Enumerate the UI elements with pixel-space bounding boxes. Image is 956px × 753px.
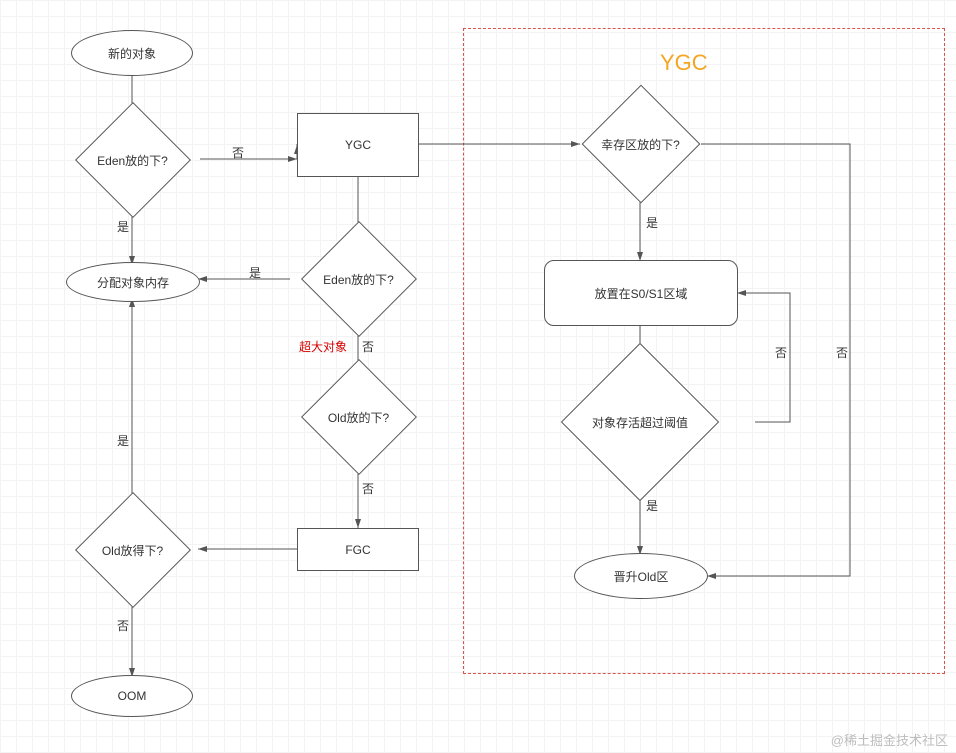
label-edenfits1-yes: 是 bbox=[117, 218, 129, 235]
node-age-exceeds: 对象存活超过阈值 bbox=[524, 387, 756, 457]
node-eden-fits-1-text: Eden放的下? bbox=[97, 152, 168, 169]
node-new-object: 新的对象 bbox=[71, 30, 193, 76]
node-ygc: YGC bbox=[297, 113, 419, 177]
label-oldfits2-yes: 是 bbox=[117, 432, 129, 449]
label-oldfits1-no: 否 bbox=[362, 480, 374, 497]
node-old-fits-2: Old放得下? bbox=[64, 515, 201, 585]
node-place-s0s1: 放置在S0/S1区域 bbox=[544, 260, 738, 326]
label-age-yes: 是 bbox=[646, 497, 658, 514]
node-old-fits-1: Old放的下? bbox=[290, 382, 427, 452]
label-oldfits2-no: 否 bbox=[117, 617, 129, 634]
node-ygc-text: YGC bbox=[345, 138, 371, 152]
label-edenfits1-no: 否 bbox=[232, 144, 244, 161]
node-new-object-text: 新的对象 bbox=[108, 45, 156, 62]
node-alloc-mem-text: 分配对象内存 bbox=[97, 274, 169, 291]
node-fgc-text: FGC bbox=[345, 543, 370, 557]
node-eden-fits-2: Eden放的下? bbox=[290, 244, 427, 314]
label-age-no: 否 bbox=[775, 344, 787, 361]
ygc-group-title: YGC bbox=[660, 50, 708, 76]
node-old-fits-2-text: Old放得下? bbox=[102, 542, 163, 559]
watermark: @稀土掘金技术社区 bbox=[831, 730, 948, 749]
node-age-exceeds-text: 对象存活超过阈值 bbox=[592, 414, 688, 431]
node-oom: OOM bbox=[71, 675, 193, 717]
label-survivor-yes: 是 bbox=[646, 214, 658, 231]
label-survivor-no: 否 bbox=[836, 344, 848, 361]
flowchart-canvas: YGC bbox=[0, 0, 956, 753]
node-alloc-mem: 分配对象内存 bbox=[66, 262, 200, 302]
node-promote-old: 晋升Old区 bbox=[574, 553, 708, 599]
node-fgc: FGC bbox=[297, 528, 419, 571]
label-huge-object: 超大对象 bbox=[299, 338, 347, 355]
node-place-s0s1-text: 放置在S0/S1区域 bbox=[595, 285, 688, 302]
node-survivor-fits: 幸存区放的下? bbox=[578, 109, 703, 179]
node-old-fits-1-text: Old放的下? bbox=[328, 409, 389, 426]
label-edenfits2-no: 否 bbox=[362, 338, 374, 355]
node-survivor-fits-text: 幸存区放的下? bbox=[601, 136, 680, 153]
node-eden-fits-1: Eden放的下? bbox=[64, 125, 201, 195]
node-promote-old-text: 晋升Old区 bbox=[614, 568, 669, 585]
node-eden-fits-2-text: Eden放的下? bbox=[323, 271, 394, 288]
node-oom-text: OOM bbox=[118, 689, 147, 703]
label-edenfits2-yes: 是 bbox=[249, 264, 261, 281]
